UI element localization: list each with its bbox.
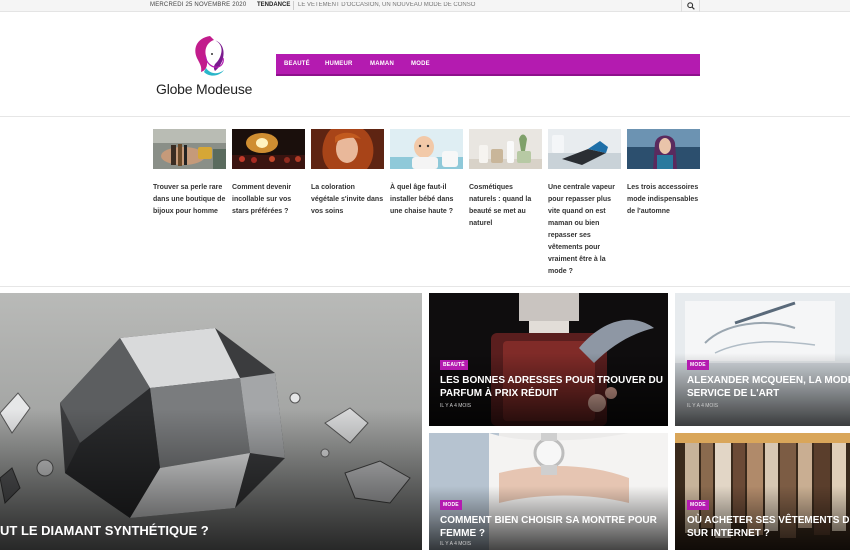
slider-card[interactable]: Comment devenir incollable sur vos stars… xyxy=(232,129,305,218)
card-title[interactable]: Cosmétiques naturels : quand la beauté s… xyxy=(469,182,542,230)
slider-card[interactable]: La coloration végétale s'invite dans vos… xyxy=(311,129,384,218)
card-title[interactable]: Une centrale vapeur pour repasser plus v… xyxy=(548,182,621,278)
featured-article[interactable]: MODE OÙ ACHETER SES VÊTEMENTS D'O SUR IN… xyxy=(675,433,850,550)
nav-item-humeur[interactable]: HUMEUR xyxy=(325,61,353,67)
nav-item-beaute[interactable]: BEAUTÉ xyxy=(284,61,310,67)
card-thumbnail-cosmetics[interactable] xyxy=(469,129,542,169)
card-thumbnail-bracelets[interactable] xyxy=(153,129,226,169)
slider-card[interactable]: Trouver sa perle rare dans une boutique … xyxy=(153,129,226,218)
featured-big-title[interactable]: UT LE DIAMANT SYNTHÉTIQUE ? xyxy=(0,524,209,537)
featured-article[interactable]: MODE ALEXANDER MCQUEEN, LA MODE A SERVIC… xyxy=(675,293,850,426)
featured-title-line1[interactable]: ALEXANDER MCQUEEN, LA MODE A xyxy=(687,374,850,387)
card-thumbnail-concert[interactable] xyxy=(232,129,305,169)
card-title[interactable]: Les trois accessoires mode indispensable… xyxy=(627,182,700,218)
nav-item-maman[interactable]: MAMAN xyxy=(370,61,394,67)
trending-headline-link[interactable]: LE VÊTEMENT D'OCCASION, UN NOUVEAU MODE … xyxy=(298,2,488,8)
slider-card[interactable]: Une centrale vapeur pour repasser plus v… xyxy=(548,129,621,278)
logo-face-icon xyxy=(195,36,224,76)
site-logo[interactable]: Globe Modeuse xyxy=(156,34,264,100)
article-meta: IL Y A 4 MOIS xyxy=(440,541,472,547)
card-title[interactable]: Comment devenir incollable sur vos stars… xyxy=(232,182,305,218)
current-date: MERCREDI 25 NOVEMBRE 2020 xyxy=(150,2,247,8)
card-thumbnail-redhead[interactable] xyxy=(311,129,384,169)
trending-divider xyxy=(293,1,294,10)
trending-label: TENDANCE xyxy=(257,2,291,8)
featured-title-line2[interactable]: FEMME ? xyxy=(440,527,485,540)
card-title[interactable]: À quel âge faut-il installer bébé dans u… xyxy=(390,182,463,218)
featured-title-line1[interactable]: LES BONNES ADRESSES POUR TROUVER DU xyxy=(440,374,663,387)
card-thumbnail-baby[interactable] xyxy=(390,129,463,169)
category-badge[interactable]: MODE xyxy=(687,500,709,510)
featured-title-line1[interactable]: COMMENT BIEN CHOISIR SA MONTRE POUR xyxy=(440,514,657,527)
header-divider xyxy=(0,116,850,117)
slider-divider xyxy=(0,286,850,287)
search-icon xyxy=(687,2,695,10)
featured-title-line1[interactable]: OÙ ACHETER SES VÊTEMENTS D'O xyxy=(687,514,850,527)
article-meta: IL Y A 4 MOIS xyxy=(440,403,472,409)
top-bar: MERCREDI 25 NOVEMBRE 2020 TENDANCE LE VÊ… xyxy=(0,0,850,12)
card-title[interactable]: La coloration végétale s'invite dans vos… xyxy=(311,182,384,218)
nav-item-mode[interactable]: MODE xyxy=(411,61,430,67)
search-button[interactable] xyxy=(681,0,700,12)
featured-article-big[interactable]: UT LE DIAMANT SYNTHÉTIQUE ? xyxy=(0,293,422,550)
slider-card[interactable]: À quel âge faut-il installer bébé dans u… xyxy=(390,129,463,218)
card-title[interactable]: Trouver sa perle rare dans une boutique … xyxy=(153,182,226,218)
featured-article[interactable]: BEAUTÉ LES BONNES ADRESSES POUR TROUVER … xyxy=(429,293,668,426)
category-badge[interactable]: BEAUTÉ xyxy=(440,360,468,370)
category-badge[interactable]: MODE xyxy=(440,500,462,510)
card-thumbnail-iron[interactable] xyxy=(548,129,621,169)
featured-article[interactable]: MODE COMMENT BIEN CHOISIR SA MONTRE POUR… xyxy=(429,433,668,550)
featured-title-line2[interactable]: SUR INTERNET ? xyxy=(687,527,770,540)
main-navigation: BEAUTÉ HUMEUR MAMAN MODE xyxy=(276,54,700,76)
slider-card[interactable]: Cosmétiques naturels : quand la beauté s… xyxy=(469,129,542,230)
category-badge[interactable]: MODE xyxy=(687,360,709,370)
featured-title-line2[interactable]: PARFUM À PRIX RÉDUIT xyxy=(440,387,558,400)
featured-title-line2[interactable]: SERVICE DE L'ART xyxy=(687,387,779,400)
card-thumbnail-autumn[interactable] xyxy=(627,129,700,169)
slider-card[interactable]: Les trois accessoires mode indispensable… xyxy=(627,129,700,218)
article-meta: IL Y A 4 MOIS xyxy=(687,403,719,409)
logo-text: Globe Modeuse xyxy=(156,81,253,97)
